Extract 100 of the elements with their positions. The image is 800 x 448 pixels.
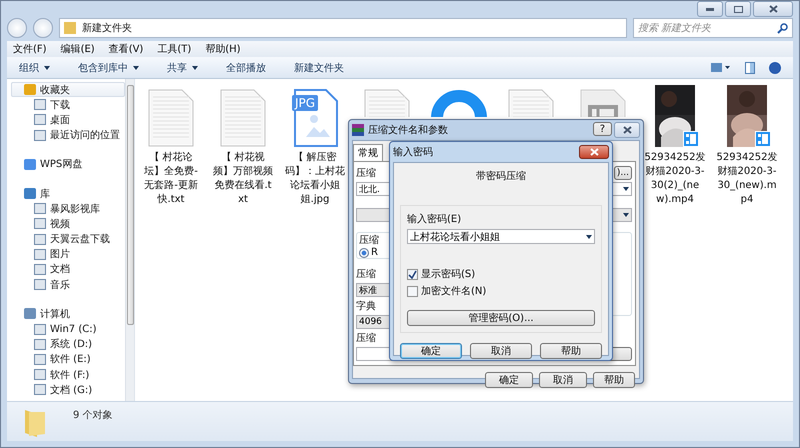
- sidebar-item-icon: [34, 203, 46, 214]
- archive-icon: [352, 124, 364, 136]
- toolbar-button[interactable]: 新建文件夹: [294, 60, 344, 74]
- sidebar-item[interactable]: 暴风影视库: [11, 201, 125, 216]
- menu-item[interactable]: 帮助(H): [205, 42, 241, 56]
- sidebar-item-icon: [34, 114, 46, 126]
- close-button[interactable]: [579, 145, 609, 159]
- sidebar-item[interactable]: 桌面: [11, 112, 125, 128]
- scrollbar[interactable]: [125, 79, 134, 401]
- sidebar-item[interactable]: Win7 (C:): [11, 321, 125, 337]
- sidebar-item[interactable]: 图片: [11, 246, 125, 262]
- ring-icon: [430, 89, 488, 117]
- close-icon: [590, 148, 598, 156]
- sidebar-item-icon: [34, 324, 46, 335]
- address-bar[interactable]: 新建文件夹: [59, 18, 627, 38]
- file-name: 【 村花视频】万部视频免费在线看.txt: [212, 151, 274, 207]
- sidebar-item-icon: [34, 99, 46, 110]
- sidebar-item[interactable]: 最近访问的位置: [11, 128, 125, 143]
- file-name: 【 村花论坛】全免费-无套路-更新快.txt: [143, 151, 199, 207]
- field-label: 输入密码(E): [407, 212, 462, 226]
- close-icon: [768, 5, 778, 13]
- file-name: 52934252发财猫2020-3-30(2)_(new).mp4: [644, 151, 706, 207]
- toolbar-button[interactable]: 组织: [19, 60, 50, 74]
- close-button[interactable]: [753, 1, 793, 17]
- folder-icon: [23, 408, 47, 438]
- file-name: 52934252发财猫2020-3-30_(new).mp4: [716, 151, 778, 207]
- minimize-button[interactable]: [697, 1, 723, 17]
- field-label: 字典: [356, 300, 376, 313]
- help-button[interactable]: ?: [592, 122, 612, 136]
- manage-passwords-button[interactable]: 管理密码(O)...: [407, 310, 595, 326]
- file-name: 【 解压密码】：上村花论坛看小姐姐.jpg: [284, 151, 346, 207]
- checkbox-label: 显示密码(S): [421, 268, 476, 282]
- dialog-button[interactable]: 取消: [539, 372, 587, 388]
- document-icon: [508, 89, 554, 117]
- dialog-button[interactable]: 帮助: [593, 372, 635, 388]
- menu-item[interactable]: 工具(T): [157, 42, 192, 56]
- field-label: 压缩: [356, 268, 376, 281]
- dialog-title: 压缩文件名和参数: [368, 124, 448, 137]
- sidebar-item[interactable]: 音乐: [11, 277, 125, 292]
- minimize-icon: [706, 8, 714, 10]
- item-count: 9 个对象: [73, 408, 113, 422]
- search-icon: [777, 22, 788, 34]
- dialog-title: 输入密码: [393, 146, 433, 159]
- sidebar-item[interactable]: 收藏夹: [11, 82, 125, 98]
- sidebar-item[interactable]: 软件 (F:): [11, 367, 125, 382]
- field-label: 压缩: [356, 332, 376, 345]
- sidebar-item-icon: [34, 279, 46, 290]
- sidebar-item[interactable]: 视频: [11, 216, 125, 232]
- document-icon: [148, 89, 194, 147]
- tab[interactable]: 常规: [353, 144, 383, 161]
- menu-item[interactable]: 编辑(E): [60, 42, 95, 56]
- address-path: 新建文件夹: [82, 22, 132, 35]
- toolbar-button[interactable]: 全部播放: [226, 60, 266, 74]
- radio-button[interactable]: [359, 248, 369, 258]
- sidebar-item[interactable]: 库: [11, 186, 125, 202]
- check-icon: [408, 270, 417, 279]
- sidebar-item[interactable]: 文档: [11, 262, 125, 278]
- password-field[interactable]: 上村花论坛看小姐姐: [407, 229, 595, 244]
- document-icon: [364, 89, 410, 117]
- sidebar-item-icon: [34, 264, 46, 275]
- dialog-button[interactable]: 帮助: [540, 343, 602, 359]
- browse-button[interactable]: )...: [614, 166, 632, 180]
- checkbox[interactable]: [407, 268, 418, 280]
- close-button[interactable]: [614, 122, 640, 138]
- help-icon[interactable]: [769, 62, 781, 74]
- sidebar-item[interactable]: 软件 (E:): [11, 352, 125, 367]
- document-icon: [220, 89, 266, 147]
- sidebar-group-icon: [24, 308, 36, 320]
- image-file-icon: JPG: [292, 89, 338, 147]
- sidebar-item-icon: [34, 234, 46, 245]
- video-badge-icon: [683, 131, 699, 147]
- menu-item[interactable]: 文件(F): [13, 42, 47, 56]
- checkbox[interactable]: [407, 286, 418, 297]
- sidebar-item[interactable]: 下载: [11, 97, 125, 112]
- sidebar-item[interactable]: 计算机: [11, 306, 125, 322]
- sidebar-group-icon: [24, 158, 36, 170]
- menu-item[interactable]: 查看(V): [108, 42, 144, 56]
- sidebar-item-icon: [34, 218, 46, 230]
- dialog-button[interactable]: 取消: [470, 343, 532, 359]
- sidebar-item[interactable]: 天翼云盘下载: [11, 232, 125, 247]
- sidebar-item-icon: [34, 384, 46, 396]
- sidebar-item[interactable]: 系统 (D:): [11, 336, 125, 352]
- sidebar-item[interactable]: WPS网盘: [11, 156, 125, 172]
- radio-label: R: [371, 247, 378, 258]
- sidebar-item-icon: [34, 369, 46, 380]
- dialog-button[interactable]: 确定: [485, 372, 533, 388]
- maximize-button[interactable]: [725, 1, 751, 17]
- sidebar-item-icon: [34, 130, 46, 141]
- preview-pane-icon[interactable]: [745, 62, 755, 74]
- dialog-heading: 带密码压缩: [476, 170, 526, 183]
- checkbox-label: 加密文件名(N): [421, 284, 486, 298]
- folder-icon: [64, 21, 76, 35]
- toolbar-button[interactable]: 共享: [167, 60, 198, 74]
- sidebar-item-icon: [34, 354, 46, 365]
- dialog-button[interactable]: 确定: [400, 343, 462, 359]
- toolbar-button[interactable]: 包含到库中: [78, 60, 139, 74]
- sidebar-item-icon: [34, 338, 46, 350]
- close-icon: [622, 126, 632, 134]
- view-icon[interactable]: [711, 62, 731, 72]
- sidebar-item[interactable]: 文档 (G:): [11, 382, 125, 398]
